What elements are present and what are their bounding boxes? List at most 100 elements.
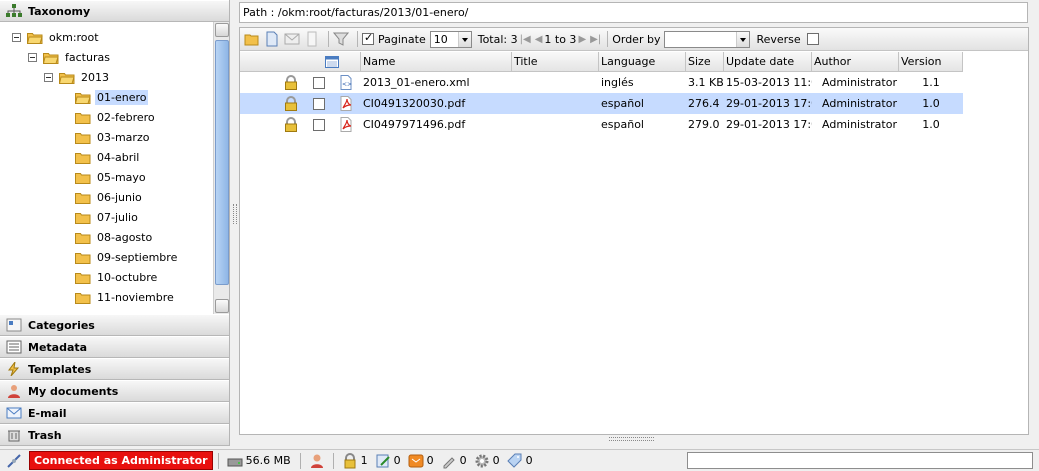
table-row[interactable]: CI0497971496.pdf español 279.0 K29-01-2013… — [240, 114, 963, 135]
folder-icon — [75, 131, 95, 144]
page-size-select[interactable]: 10 — [429, 30, 472, 48]
row-checkbox[interactable] — [312, 118, 325, 131]
stack-templates[interactable]: Templates — [0, 358, 229, 380]
connected-user-badge: Connected as Administrator — [29, 451, 213, 470]
taxonomy-icon — [6, 4, 22, 17]
stack-metadata[interactable]: Metadata — [0, 336, 229, 358]
row-checkbox[interactable] — [312, 97, 325, 110]
folder-tree: okm:root facturas 2013 01-enero 02-febrero 03… — [0, 22, 229, 314]
tree-node[interactable]: 01-enero — [60, 88, 149, 107]
col-update-date[interactable]: Update date — [724, 52, 812, 71]
tree-node[interactable]: facturas — [28, 48, 112, 67]
cell-version: 1.0 — [922, 118, 940, 131]
tree-node[interactable]: 10-octubre — [60, 268, 159, 287]
tree-node-label: 04-abril — [97, 151, 140, 164]
filter-icon[interactable] — [333, 31, 349, 47]
tree-node[interactable]: 05-mayo — [60, 168, 148, 187]
reverse-checkbox[interactable] — [806, 33, 819, 45]
stack-trash[interactable]: Trash — [0, 424, 229, 446]
collapse-toggle-icon[interactable] — [12, 33, 21, 42]
proposed-icon[interactable] — [441, 453, 457, 469]
file-browser: Paginate 10 Total: 3 |◀ ◀ 1 to 3 ▶ ▶| Or… — [239, 27, 1029, 435]
tree-node[interactable]: 02-febrero — [60, 108, 157, 127]
tree-node[interactable]: 2013 — [44, 68, 111, 87]
previous-page-icon[interactable]: ◀ — [535, 34, 543, 45]
lock-icon — [284, 75, 298, 90]
scroll-up-icon[interactable] — [215, 23, 229, 37]
subscription-icon[interactable] — [408, 453, 424, 469]
folder-icon — [27, 31, 47, 44]
table-row[interactable]: <> 2013_01-enero.xml inglés 3.1 KB 15-03-201… — [240, 72, 963, 93]
disk-quota-icon — [227, 458, 243, 466]
folder-open-icon[interactable] — [244, 31, 260, 47]
columns-icon[interactable] — [325, 55, 339, 68]
cell-title — [512, 93, 599, 114]
cell-version: 1.1 — [922, 76, 940, 89]
stack-label: Templates — [28, 362, 92, 376]
mail-icon[interactable] — [284, 31, 300, 47]
cell-author: Administrator — [822, 118, 897, 131]
vertical-splitter[interactable] — [231, 0, 239, 446]
tree-scrollbar[interactable] — [213, 22, 229, 314]
collapse-toggle-icon[interactable] — [28, 53, 37, 62]
tree-node[interactable]: 06-junio — [60, 188, 144, 207]
cell-name: 2013_01-enero.xml — [363, 76, 470, 89]
lock-icon[interactable] — [342, 452, 358, 469]
tree-node[interactable]: 07-julio — [60, 208, 140, 227]
gear-icon[interactable] — [474, 453, 490, 469]
checkout-icon[interactable] — [375, 453, 391, 469]
tree-node-label: 11-noviembre — [97, 291, 174, 304]
path-bar: Path : /okm:root/facturas/2013/01-enero/ — [239, 2, 1028, 23]
cell-name: CI0497971496.pdf — [363, 118, 466, 131]
tree-node-label: okm:root — [49, 31, 99, 44]
tree-node[interactable]: 09-septiembre — [60, 248, 179, 267]
status-message-field[interactable] — [687, 452, 1033, 469]
table-body: <> 2013_01-enero.xml inglés 3.1 KB 15-03-201… — [240, 72, 963, 135]
col-language[interactable]: Language — [599, 52, 686, 71]
stack-label: Metadata — [28, 340, 88, 354]
folder-icon — [75, 91, 95, 104]
order-by-select[interactable] — [664, 30, 751, 48]
col-title[interactable]: Title — [512, 52, 599, 71]
col-version[interactable]: Version — [899, 52, 963, 71]
folder-icon — [75, 291, 95, 304]
table-row[interactable]: CI0491320030.pdf español 276.4 K29-01-2013… — [240, 93, 963, 114]
paginate-checkbox[interactable] — [362, 31, 374, 45]
left-panel: Taxonomy okm:root facturas 2013 01-enero 02-… — [0, 0, 230, 446]
tree-node[interactable]: 03-marzo — [60, 128, 151, 147]
folder-icon — [75, 211, 95, 224]
email-icon — [6, 407, 22, 419]
subscribed-count: 0 — [426, 454, 434, 467]
taxonomy-header[interactable]: Taxonomy — [0, 0, 229, 22]
documents-table: Name Title Language Size Update date Aut… — [240, 52, 963, 135]
first-page-icon[interactable]: |◀ — [520, 34, 531, 45]
tree-node-label: 06-junio — [97, 191, 142, 204]
tag-icon[interactable] — [506, 453, 523, 469]
folder-icon — [75, 171, 95, 184]
stack-label: Trash — [28, 428, 62, 442]
col-size[interactable]: Size — [686, 52, 724, 71]
page-icon[interactable] — [304, 31, 320, 47]
row-checkbox[interactable] — [312, 76, 325, 89]
collapse-toggle-icon[interactable] — [44, 73, 53, 82]
tree-node[interactable]: 11-noviembre — [60, 288, 176, 307]
document-icon[interactable] — [264, 31, 280, 47]
stack-e-mail[interactable]: E-mail — [0, 402, 229, 424]
tree-node[interactable]: okm:root — [12, 28, 101, 47]
col-author[interactable]: Author — [812, 52, 899, 71]
cell-name: CI0491320030.pdf — [363, 97, 466, 110]
workflow-count: 0 — [492, 454, 500, 467]
horizontal-splitter[interactable] — [609, 435, 654, 443]
tree-node[interactable]: 04-abril — [60, 148, 141, 167]
user-icon[interactable] — [309, 453, 325, 469]
last-page-icon[interactable]: ▶| — [590, 34, 601, 45]
next-page-icon[interactable]: ▶ — [578, 34, 586, 45]
tree-node[interactable]: 08-agosto — [60, 228, 154, 247]
stack-categories[interactable]: Categories — [0, 314, 229, 336]
stack-my-documents[interactable]: My documents — [0, 380, 229, 402]
col-name[interactable]: Name — [361, 52, 512, 71]
scroll-thumb[interactable] — [215, 40, 229, 285]
tree-node-label: 02-febrero — [97, 111, 155, 124]
scroll-down-icon[interactable] — [215, 299, 229, 313]
chevron-down-icon — [736, 31, 750, 47]
